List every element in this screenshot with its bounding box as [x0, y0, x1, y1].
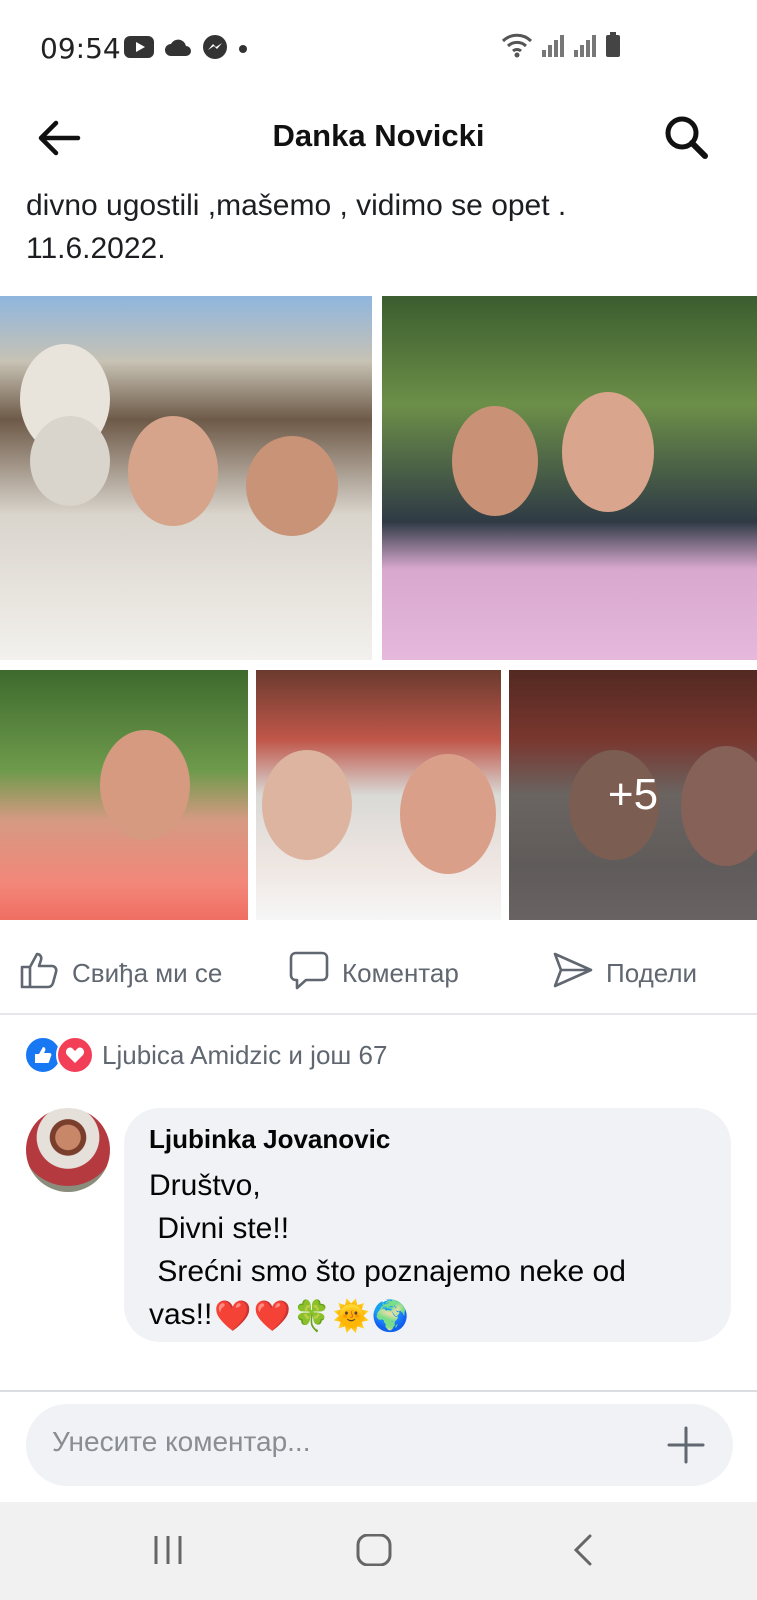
love-reaction-icon: [56, 1036, 94, 1074]
divider: [0, 1013, 757, 1015]
comment-bubble-icon: [288, 949, 330, 998]
globe-emoji: 🌍: [371, 1299, 410, 1333]
comment-text: Društvo, Divni ste!! Srećni smo što pozn…: [149, 1164, 719, 1338]
divider: [0, 1390, 757, 1392]
status-bar: 09:54: [0, 0, 757, 100]
comment-button[interactable]: Коментар: [288, 949, 459, 998]
post-photo[interactable]: [0, 670, 248, 920]
post-caption: divno ugostili ,mašemo , vidimo se opet …: [26, 189, 567, 265]
search-icon[interactable]: [663, 114, 709, 160]
comment-author[interactable]: Ljubinka Jovanovic: [149, 1124, 390, 1155]
dot-icon: [238, 41, 248, 59]
post-actions: Свиђа ми се Коментар Подели: [0, 935, 757, 1013]
red-heart-emoji: ❤️: [214, 1299, 252, 1333]
plus-icon[interactable]: [663, 1422, 709, 1468]
share-button[interactable]: Подели: [552, 949, 697, 998]
comment-label: Коментар: [342, 958, 459, 988]
post-photo[interactable]: [382, 296, 757, 660]
reactions-text: Ljubica Amidzic и још 67: [102, 1039, 388, 1070]
thumbs-up-icon: [18, 949, 60, 998]
comment-input[interactable]: Унесите коментар...: [26, 1404, 733, 1486]
youtube-icon: [124, 36, 154, 63]
comment-emojis: ❤️ ❤️ 🍀 🌞 🌍: [214, 1295, 409, 1338]
cloud-icon: [164, 37, 192, 62]
share-label: Подели: [606, 958, 698, 988]
page-title: Danka Novicki: [272, 118, 485, 153]
post-photo-more[interactable]: +5: [509, 670, 757, 920]
wifi-icon: [501, 32, 533, 63]
home-icon[interactable]: [356, 1533, 392, 1571]
system-nav-bar: [0, 1502, 757, 1600]
avatar[interactable]: [26, 1108, 110, 1192]
messenger-icon: [202, 34, 228, 65]
comment-input-placeholder: Унесите коментар...: [52, 1426, 311, 1457]
post-photo[interactable]: [256, 670, 501, 920]
back-icon[interactable]: [570, 1534, 594, 1571]
reactions-summary[interactable]: Ljubica Amidzic и још 67: [24, 1036, 387, 1074]
red-heart-emoji: ❤️: [253, 1299, 292, 1333]
like-label: Свиђа ми се: [72, 958, 223, 988]
battery-icon: [605, 32, 621, 63]
app-header: Danka Novicki: [0, 100, 757, 180]
signal-icon: [573, 34, 597, 63]
post-photo[interactable]: [0, 296, 372, 660]
more-photos-count: +5: [607, 770, 659, 819]
recent-apps-icon[interactable]: [152, 1534, 184, 1571]
like-button[interactable]: Свиђа ми се: [18, 949, 222, 998]
sun-emoji: 🌞: [332, 1299, 370, 1333]
share-arrow-icon: [552, 949, 594, 998]
signal-icon: [541, 34, 565, 63]
four-leaf-clover-emoji: 🍀: [293, 1299, 331, 1333]
status-time: 09:54: [40, 32, 121, 65]
comment-bubble: Ljubinka Jovanovic Društvo, Divni ste!! …: [124, 1108, 731, 1342]
